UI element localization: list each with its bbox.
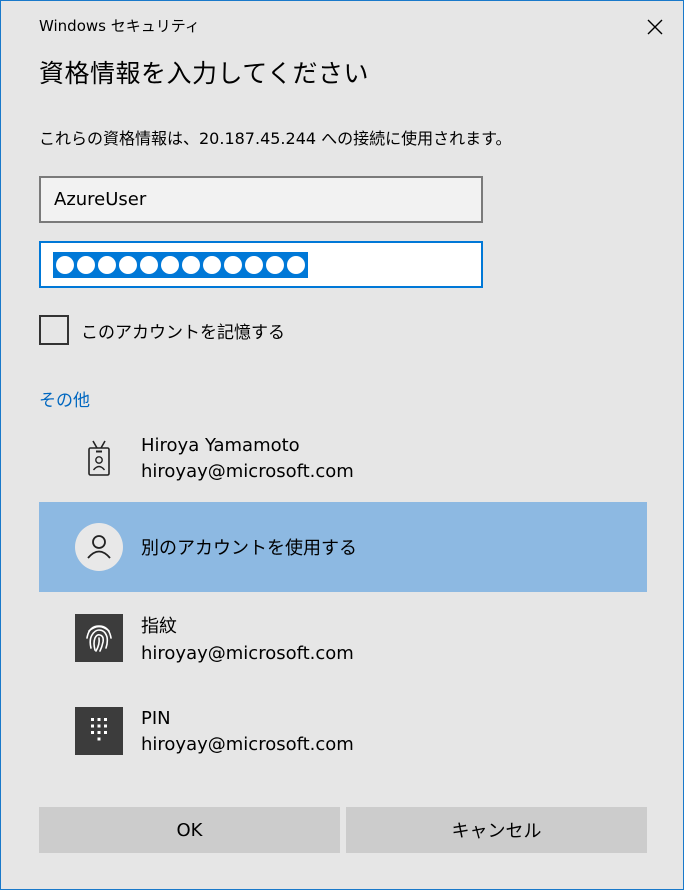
account-name: 指紋 xyxy=(141,616,177,637)
window-title: Windows セキュリティ xyxy=(39,17,200,35)
other-options-link[interactable]: その他 xyxy=(39,386,90,411)
ok-button[interactable]: OK xyxy=(39,807,340,853)
account-name: Hiroya Yamamoto xyxy=(141,434,300,456)
use-another-account-option[interactable]: 別のアカウントを使用する xyxy=(39,502,647,592)
account-email: hiroyay@microsoft.com xyxy=(141,733,354,755)
password-dot xyxy=(203,255,221,274)
password-dot xyxy=(224,255,242,274)
dialog-heading: 資格情報を入力してください xyxy=(39,59,370,88)
password-dot xyxy=(140,255,158,274)
cancel-button[interactable]: キャンセル xyxy=(346,807,647,853)
password-dot xyxy=(245,255,263,274)
close-button[interactable] xyxy=(637,9,673,45)
account-name: 別のアカウントを使用する xyxy=(141,538,357,559)
password-dot xyxy=(161,255,179,274)
password-dot xyxy=(77,255,95,274)
password-dot xyxy=(182,255,200,274)
password-dot xyxy=(56,255,74,274)
password-dot xyxy=(98,255,116,274)
password-dot xyxy=(119,255,137,274)
password-dot xyxy=(287,255,305,274)
fingerprint-option[interactable]: 指紋 hiroyay@microsoft.com xyxy=(39,601,647,675)
fingerprint-icon xyxy=(75,614,123,662)
password-input[interactable] xyxy=(39,241,483,288)
remember-label: このアカウントを記憶する xyxy=(81,322,285,343)
connection-description: これらの資格情報は、20.187.45.244 への接続に使用されます。 xyxy=(39,129,512,148)
account-option-hiroya[interactable]: Hiroya Yamamoto hiroyay@microsoft.com xyxy=(39,421,647,495)
password-selection xyxy=(53,251,308,278)
password-dot xyxy=(266,255,284,274)
account-name: PIN xyxy=(141,707,171,729)
remember-checkbox[interactable] xyxy=(39,315,69,345)
credential-dialog: Windows セキュリティ 資格情報を入力してください これらの資格情報は、2… xyxy=(0,0,684,890)
remember-account-option[interactable]: このアカウントを記憶する xyxy=(39,315,285,345)
pin-option[interactable]: PIN hiroyay@microsoft.com xyxy=(39,694,647,768)
account-email: hiroyay@microsoft.com xyxy=(141,643,354,664)
close-icon xyxy=(647,19,663,35)
badge-icon xyxy=(75,434,123,482)
person-icon xyxy=(75,523,123,571)
pin-keypad-icon xyxy=(75,707,123,755)
account-email: hiroyay@microsoft.com xyxy=(141,460,354,482)
username-input[interactable] xyxy=(39,176,483,223)
